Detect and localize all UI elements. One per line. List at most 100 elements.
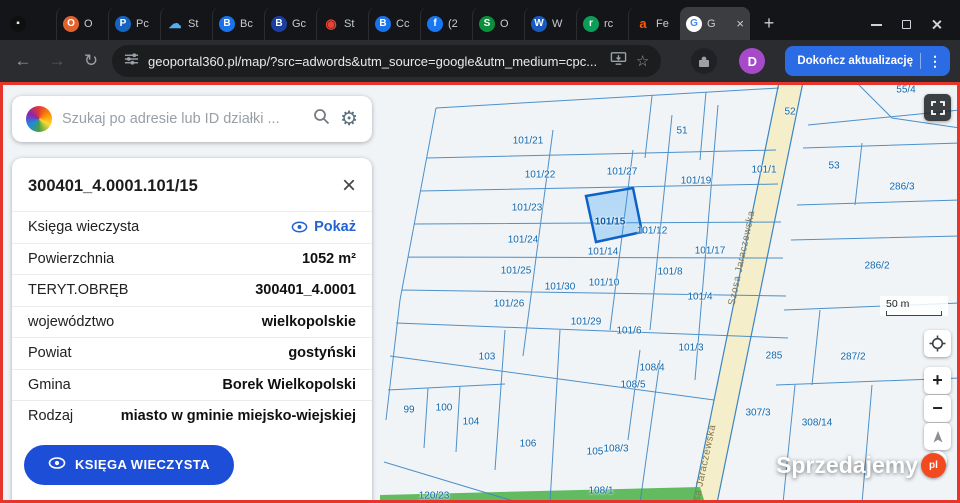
- tab-close-icon[interactable]: ×: [736, 16, 744, 31]
- parcel-label[interactable]: 101/24: [508, 235, 539, 246]
- parcel-label[interactable]: 307/3: [745, 408, 770, 419]
- browser-tab[interactable]: BCc: [368, 7, 420, 40]
- parcel-label[interactable]: 51: [676, 126, 687, 137]
- settings-gear-icon[interactable]: ⚙: [340, 109, 358, 129]
- browser-tab[interactable]: BGc: [264, 7, 316, 40]
- minimize-icon[interactable]: [871, 24, 882, 26]
- parcel-label[interactable]: 53: [828, 161, 839, 172]
- fullscreen-icon: [931, 101, 945, 115]
- parcel-label[interactable]: 108/4: [639, 363, 664, 374]
- parcel-label[interactable]: 101/25: [501, 266, 532, 277]
- parcel-label[interactable]: 105: [587, 447, 604, 458]
- parcel-label[interactable]: 101/29: [571, 317, 602, 328]
- url-input[interactable]: [148, 54, 601, 69]
- browser-tab[interactable]: ☁St: [160, 7, 212, 40]
- browser-tab[interactable]: rrc: [576, 7, 628, 40]
- parcel-label[interactable]: 108/5: [620, 380, 645, 391]
- parcel-label[interactable]: 101/6: [616, 326, 641, 337]
- parcel-label[interactable]: 52: [784, 107, 795, 118]
- refresh-icon[interactable]: ↻: [78, 51, 104, 71]
- parcel-label[interactable]: 104: [463, 417, 480, 428]
- parcel-label[interactable]: 101/3: [678, 343, 703, 354]
- map-scale: 50 m: [880, 296, 948, 316]
- parcel-label[interactable]: 286/2: [864, 261, 889, 272]
- parcel-label[interactable]: 101/8: [657, 267, 682, 278]
- parcel-label[interactable]: 287/2: [840, 352, 865, 363]
- search-icon[interactable]: [313, 108, 330, 130]
- tab-favicon: B: [219, 16, 235, 32]
- finish-update-button[interactable]: Dokończ aktualizację ⋮: [785, 46, 950, 76]
- parcel-label[interactable]: 101/22: [525, 170, 556, 181]
- parcel-label[interactable]: 101/17: [695, 246, 726, 257]
- parcel-label[interactable]: 286/3: [889, 182, 914, 193]
- tab-title: Pc: [136, 18, 154, 30]
- parcel-label[interactable]: 285: [766, 351, 783, 362]
- fullscreen-button[interactable]: [924, 94, 951, 121]
- address-bar[interactable]: ☆: [112, 45, 661, 77]
- browser-tab[interactable]: ◉St: [316, 7, 368, 40]
- parcel-label[interactable]: 101/1: [751, 165, 776, 176]
- parcel-label[interactable]: 103: [479, 352, 496, 363]
- browser-tab-strip: ▪OOPPc☁StBBcBGc◉StBCcf(2SOWWrrcaFeGG× +: [0, 0, 960, 40]
- parcel-label[interactable]: 108/3: [603, 444, 628, 455]
- parcel-label[interactable]: 308/14: [802, 418, 833, 429]
- parcel-label[interactable]: 101/4: [687, 292, 712, 303]
- parcel-label[interactable]: 101/10: [589, 278, 620, 289]
- browser-tab[interactable]: ▪: [4, 7, 56, 40]
- parcel-label[interactable]: 101/21: [513, 136, 544, 147]
- kw-show-link[interactable]: Pokaż: [291, 219, 356, 235]
- search-input[interactable]: [62, 111, 303, 127]
- land-register-button[interactable]: KSIĘGA WIECZYSTA: [24, 445, 234, 485]
- zoom-out-button[interactable]: −: [924, 395, 951, 422]
- parcel-label[interactable]: 100: [436, 403, 453, 414]
- parcel-label[interactable]: 101/26: [494, 299, 525, 310]
- parcel-label[interactable]: 101/12: [637, 226, 668, 237]
- parcel-label[interactable]: 55/4: [896, 85, 915, 96]
- profile-avatar[interactable]: D: [739, 48, 765, 74]
- panel-close-button[interactable]: ×: [342, 174, 356, 198]
- new-tab-button[interactable]: +: [756, 10, 782, 36]
- menu-kebab-icon[interactable]: ⋮: [928, 53, 942, 70]
- map-scale-bracket: [886, 311, 942, 316]
- extensions-icon[interactable]: [691, 48, 717, 74]
- back-icon[interactable]: ←: [10, 51, 36, 71]
- parcel-label[interactable]: 120/23: [419, 491, 450, 502]
- parcel-id-title: 300401_4.0001.101/15: [28, 177, 198, 196]
- panel-row: GminaBorek Wielkopolski: [12, 369, 372, 401]
- panel-row-value: wielkopolskie: [262, 314, 356, 330]
- browser-tab[interactable]: BBc: [212, 7, 264, 40]
- parcel-label[interactable]: 106: [520, 439, 537, 450]
- send-to-device-icon[interactable]: [610, 51, 627, 71]
- site-settings-tune-icon[interactable]: [124, 52, 139, 71]
- pegman-button[interactable]: [924, 423, 951, 450]
- map-search-bar[interactable]: ⚙: [12, 96, 372, 142]
- locate-button[interactable]: [924, 330, 951, 357]
- browser-tab[interactable]: f(2: [420, 7, 472, 40]
- panel-header: 300401_4.0001.101/15 ×: [12, 158, 372, 211]
- parcel-label[interactable]: 99: [403, 405, 414, 416]
- crosshair-icon: [929, 335, 946, 352]
- browser-tab[interactable]: GG×: [680, 7, 750, 40]
- parcel-label[interactable]: 101/14: [588, 247, 619, 258]
- browser-tab[interactable]: WW: [524, 7, 576, 40]
- bookmark-star-icon[interactable]: ☆: [636, 52, 649, 70]
- parcel-label[interactable]: 101/30: [545, 282, 576, 293]
- parcel-label[interactable]: 101/15: [595, 217, 626, 228]
- parcel-label[interactable]: 101/19: [681, 176, 712, 187]
- parcel-label[interactable]: 101/27: [607, 167, 638, 178]
- map-viewport[interactable]: 55/4 52 51 101/21 101/22 101/27 101/19 101/1 53 2…: [0, 82, 960, 503]
- tab-favicon: O: [63, 16, 79, 32]
- panel-row-label: Rodzaj: [28, 408, 73, 424]
- parcel-label[interactable]: 101/23: [512, 203, 543, 214]
- browser-tab[interactable]: PPc: [108, 7, 160, 40]
- parcel-label[interactable]: 108/1: [588, 486, 613, 497]
- maximize-icon[interactable]: [902, 20, 911, 29]
- browser-tab[interactable]: aFe: [628, 7, 680, 40]
- browser-tab[interactable]: OO: [56, 7, 108, 40]
- watermark-pl-badge: pl: [921, 453, 946, 478]
- panel-row-value: gostyński: [288, 345, 356, 361]
- forward-icon[interactable]: →: [44, 51, 70, 71]
- close-window-icon[interactable]: [931, 19, 942, 30]
- zoom-in-button[interactable]: +: [924, 367, 951, 394]
- browser-tab[interactable]: SO: [472, 7, 524, 40]
